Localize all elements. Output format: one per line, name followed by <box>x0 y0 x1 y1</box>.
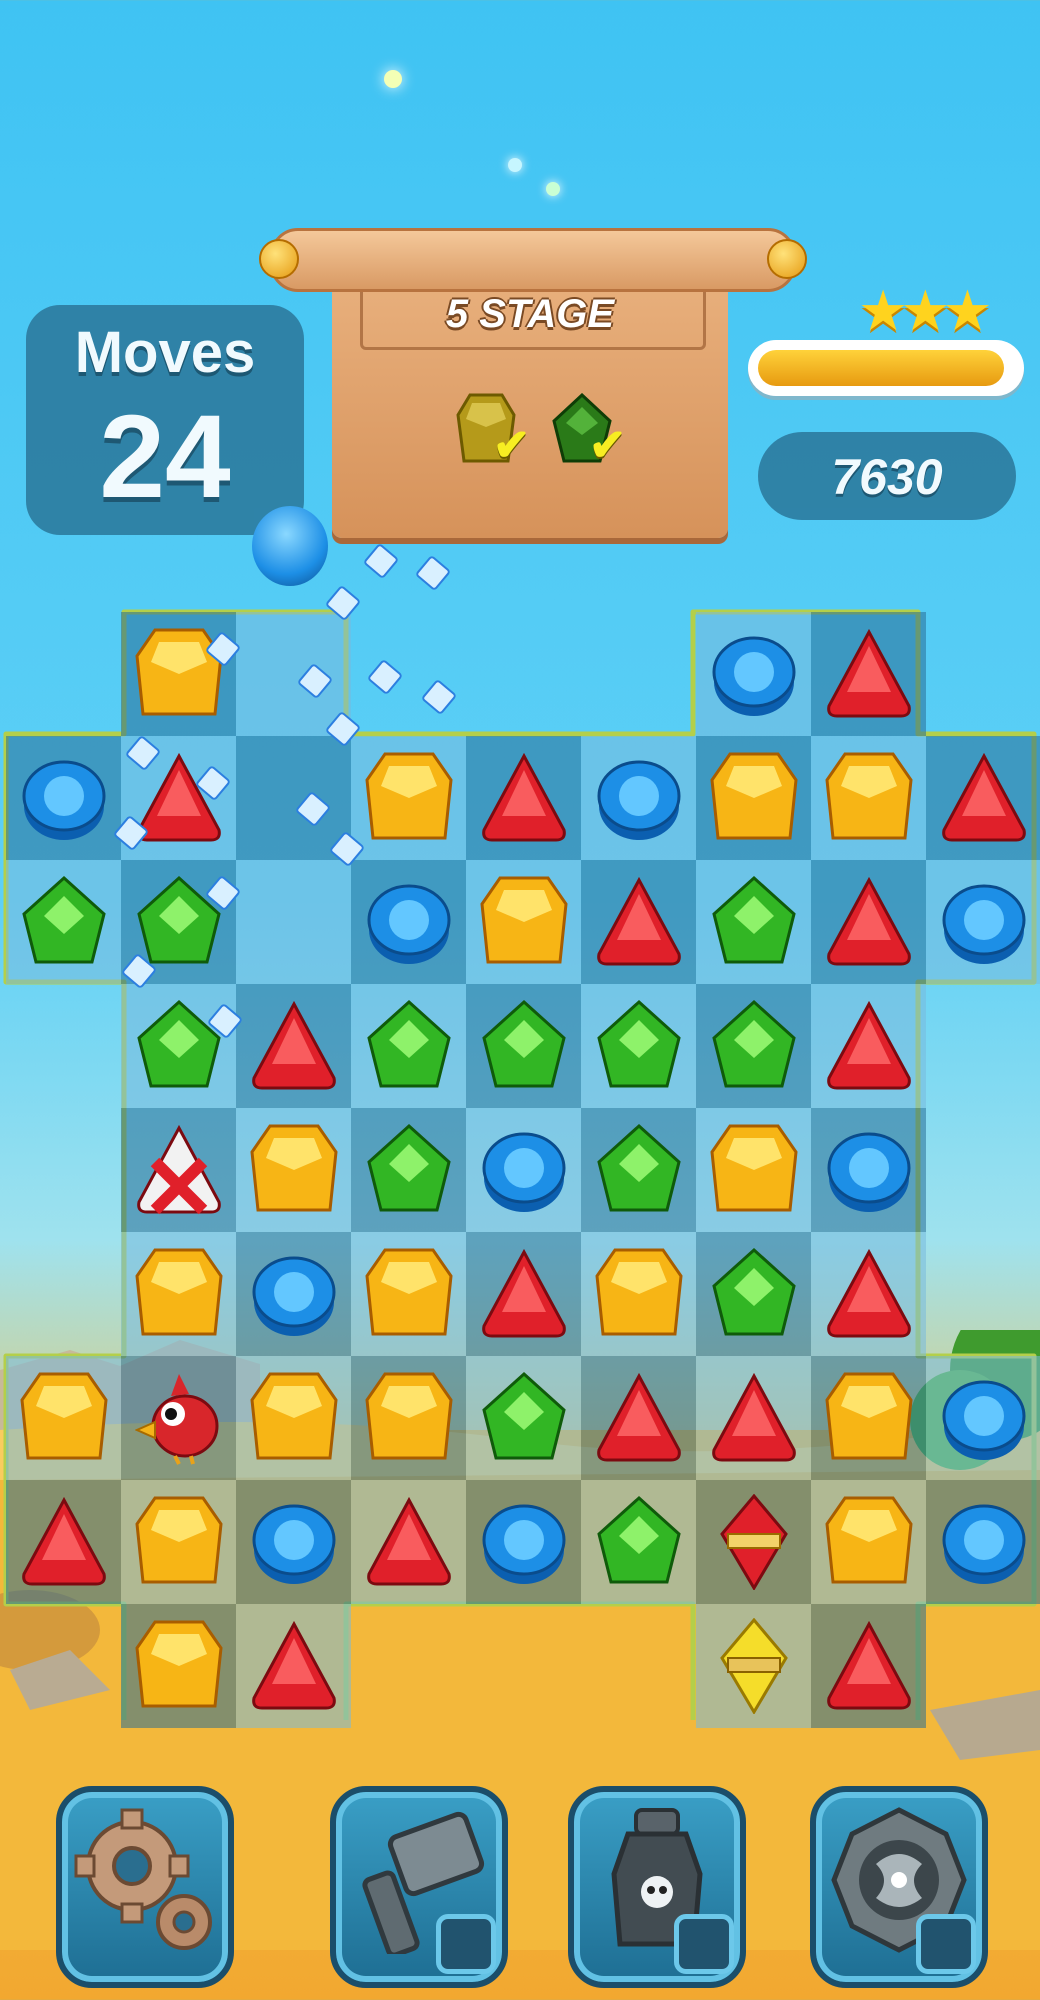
score-value: 7630 <box>831 449 943 505</box>
score-progress-bar <box>748 340 1024 396</box>
moves-count: 24 <box>99 391 231 523</box>
settings-button[interactable] <box>56 1786 234 1988</box>
check-icon: ✔ <box>493 421 530 470</box>
scroll-knob <box>767 239 807 279</box>
stage-scroll-paper: 5 STAGE ✔ ✔ <box>332 268 728 538</box>
potion-booster-button[interactable] <box>568 1786 746 1988</box>
board-outline <box>3 609 1037 1720</box>
booster-count-slot <box>916 1914 976 1974</box>
score-panel: 7630 <box>758 432 1016 520</box>
booster-count-slot <box>436 1914 496 1974</box>
moves-panel: Moves 24 <box>26 305 304 535</box>
sparkle-dot <box>546 182 560 196</box>
shield-booster-button[interactable] <box>810 1786 988 1988</box>
sparkle-dot <box>384 70 402 88</box>
stage-scroll-banner: 5 STAGE ✔ ✔ <box>259 228 807 542</box>
hammer-booster-button[interactable] <box>330 1786 508 1988</box>
goal-yellow-gem: ✔ <box>456 393 530 470</box>
scroll-rod <box>259 228 807 292</box>
star-rating: ★★★ <box>858 278 998 342</box>
booster-count-slot <box>674 1914 734 1974</box>
sparkle-dot <box>508 158 522 172</box>
star-icon: ★ <box>942 279 993 342</box>
ice-shard <box>362 542 400 580</box>
score-progress-fill <box>758 350 1004 386</box>
check-icon: ✔ <box>589 421 626 470</box>
settings-gear-icon <box>74 1808 212 1950</box>
goal-green-gem: ✔ <box>552 392 626 470</box>
moves-label: Moves <box>74 320 256 385</box>
ice-shard <box>414 554 452 592</box>
scroll-knob <box>259 239 299 279</box>
stage-title: 5 STAGE <box>445 292 615 336</box>
